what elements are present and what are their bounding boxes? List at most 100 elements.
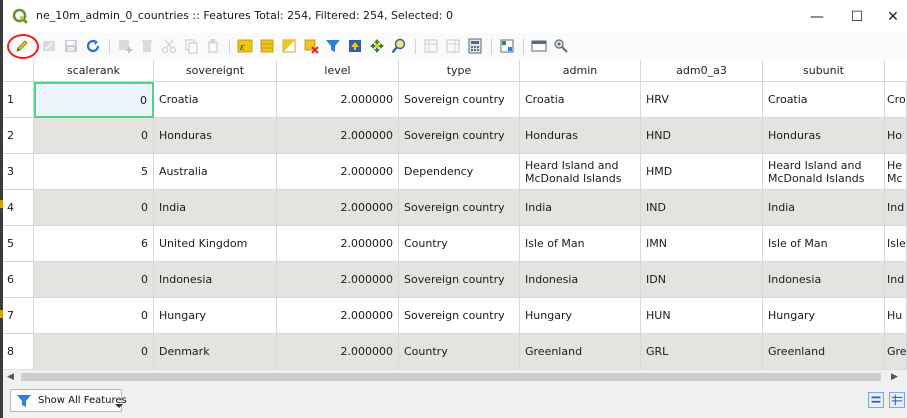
column-header-adm0-a3[interactable]: adm0_a3 — [641, 60, 763, 82]
cell-next-column[interactable]: Gre — [885, 334, 907, 369]
cell-level[interactable]: 2.000000 — [277, 154, 399, 190]
row-number[interactable]: 5 — [3, 226, 34, 262]
cell-type[interactable]: Country — [399, 334, 520, 369]
scroll-left-arrow[interactable]: ◀ — [7, 372, 14, 382]
cell-sovereignt[interactable]: India — [154, 190, 277, 226]
cell-sovereignt[interactable]: Honduras — [154, 118, 277, 154]
cell-scalerank[interactable]: 0 — [34, 298, 154, 334]
column-header-subunit[interactable]: subunit — [763, 60, 885, 82]
cell-admin[interactable]: Heard Island and McDonald Islands — [520, 154, 641, 190]
save-edits-icon[interactable] — [63, 38, 79, 54]
cell-subunit[interactable]: Hungary — [763, 298, 885, 334]
cell-next-column[interactable]: Ind — [885, 190, 907, 226]
zoom-to-selection-icon[interactable] — [391, 38, 407, 54]
cell-level[interactable]: 2.000000 — [277, 190, 399, 226]
row-number[interactable]: 7 — [3, 298, 34, 334]
cell-subunit[interactable]: Isle of Man — [763, 226, 885, 262]
cell-level[interactable]: 2.000000 — [277, 298, 399, 334]
cell-admin[interactable]: Indonesia — [520, 262, 641, 298]
actions-icon[interactable] — [553, 38, 569, 54]
cell-next-column[interactable]: Ind — [885, 262, 907, 298]
cell-level[interactable]: 2.000000 — [277, 334, 399, 369]
cell-adm0-a3[interactable]: IMN — [641, 226, 763, 262]
cut-icon[interactable] — [161, 38, 177, 54]
add-feature-icon[interactable] — [117, 38, 133, 54]
deselect-all-icon[interactable] — [303, 38, 319, 54]
pan-to-selection-icon[interactable] — [369, 38, 385, 54]
cell-sovereignt[interactable]: Indonesia — [154, 262, 277, 298]
table-row[interactable]: 2 0 Honduras 2.000000 Sovereign country … — [3, 118, 907, 154]
column-header-sovereignt[interactable]: sovereignt — [154, 60, 277, 82]
scroll-right-arrow[interactable]: ▶ — [891, 372, 898, 382]
row-number[interactable]: 8 — [3, 334, 34, 369]
cell-level[interactable]: 2.000000 — [277, 262, 399, 298]
column-header-admin[interactable]: admin — [520, 60, 641, 82]
scrollbar-thumb[interactable] — [21, 373, 881, 381]
table-row[interactable]: 7 0 Hungary 2.000000 Sovereign country H… — [3, 298, 907, 334]
cell-subunit[interactable]: Croatia — [763, 82, 885, 118]
show-all-features-button[interactable]: Show All Features — [10, 389, 127, 412]
row-number[interactable]: 3 — [3, 154, 34, 190]
column-header-scalerank[interactable]: scalerank — [34, 60, 154, 82]
cell-adm0-a3[interactable]: GRL — [641, 334, 763, 369]
column-header-type[interactable]: type — [399, 60, 520, 82]
minimize-button[interactable]: — — [797, 5, 837, 29]
cell-next-column[interactable]: Isle — [885, 226, 907, 262]
new-field-icon[interactable] — [423, 38, 439, 54]
cell-sovereignt[interactable]: United Kingdom — [154, 226, 277, 262]
cell-next-column[interactable]: Hu — [885, 298, 907, 334]
table-row[interactable]: 4 0 India 2.000000 Sovereign country Ind… — [3, 190, 907, 226]
cell-type[interactable]: Sovereign country — [399, 82, 520, 118]
cell-scalerank[interactable]: 0 — [34, 118, 154, 154]
cell-sovereignt[interactable]: Hungary — [154, 298, 277, 334]
cell-admin[interactable]: Honduras — [520, 118, 641, 154]
select-all-icon[interactable] — [259, 38, 275, 54]
close-button[interactable]: ✕ — [873, 5, 907, 29]
cell-subunit[interactable]: Honduras — [763, 118, 885, 154]
cell-subunit[interactable]: Greenland — [763, 334, 885, 369]
cell-level[interactable]: 2.000000 — [277, 82, 399, 118]
cell-adm0-a3[interactable]: HND — [641, 118, 763, 154]
cell-adm0-a3[interactable]: HMD — [641, 154, 763, 190]
invert-selection-icon[interactable] — [281, 38, 297, 54]
cell-scalerank[interactable]: 0 — [34, 262, 154, 298]
cell-scalerank[interactable]: 6 — [34, 226, 154, 262]
cell-admin[interactable]: Hungary — [520, 298, 641, 334]
cell-admin[interactable]: Isle of Man — [520, 226, 641, 262]
cell-next-column[interactable]: He Mc — [885, 154, 907, 190]
select-by-expression-icon[interactable]: ε — [237, 38, 253, 54]
cell-subunit[interactable]: India — [763, 190, 885, 226]
form-view-icon[interactable] — [868, 392, 884, 408]
cell-type[interactable]: Dependency — [399, 154, 520, 190]
cell-scalerank-selected[interactable]: 0 — [34, 82, 154, 118]
cell-scalerank[interactable]: 5 — [34, 154, 154, 190]
dock-table-icon[interactable] — [531, 38, 547, 54]
table-row[interactable]: 8 0 Denmark 2.000000 Country Greenland G… — [3, 334, 907, 369]
table-view-icon[interactable] — [889, 392, 905, 408]
table-row[interactable]: 1 0 Croatia 2.000000 Sovereign country C… — [3, 82, 907, 118]
row-number[interactable]: 4 — [3, 190, 34, 226]
attribute-table[interactable]: scalerank sovereignt level type admin ad… — [3, 60, 907, 369]
column-header-level[interactable]: level — [277, 60, 399, 82]
cell-next-column[interactable]: Cro — [885, 82, 907, 118]
cell-type[interactable]: Sovereign country — [399, 262, 520, 298]
conditional-formatting-icon[interactable] — [499, 38, 515, 54]
copy-icon[interactable] — [183, 38, 199, 54]
cell-sovereignt[interactable]: Australia — [154, 154, 277, 190]
multi-edit-icon[interactable] — [41, 38, 57, 54]
cell-type[interactable]: Sovereign country — [399, 190, 520, 226]
filter-select-icon[interactable] — [325, 38, 341, 54]
paste-icon[interactable] — [205, 38, 221, 54]
cell-type[interactable]: Sovereign country — [399, 298, 520, 334]
cell-adm0-a3[interactable]: HUN — [641, 298, 763, 334]
reload-table-icon[interactable] — [85, 38, 101, 54]
cell-next-column[interactable]: Ho — [885, 118, 907, 154]
cell-scalerank[interactable]: 0 — [34, 190, 154, 226]
cell-adm0-a3[interactable]: IDN — [641, 262, 763, 298]
delete-selected-icon[interactable] — [139, 38, 155, 54]
cell-adm0-a3[interactable]: IND — [641, 190, 763, 226]
cell-admin[interactable]: Greenland — [520, 334, 641, 369]
delete-field-icon[interactable] — [445, 38, 461, 54]
table-row[interactable]: 6 0 Indonesia 2.000000 Sovereign country… — [3, 262, 907, 298]
cell-scalerank[interactable]: 0 — [34, 334, 154, 369]
